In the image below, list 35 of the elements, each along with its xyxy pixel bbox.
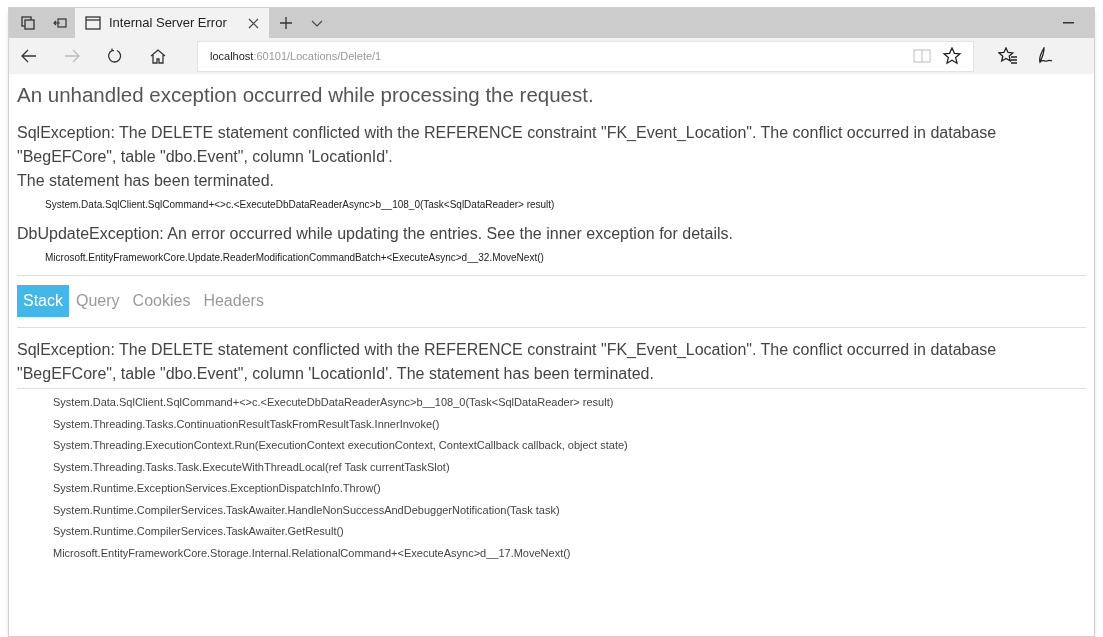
minimize-icon[interactable] (1063, 22, 1074, 24)
exception-message: SqlException: The DELETE statement conflicted with the REFERENCE constraint "FK_Event_Location". The conflict occurred in database "BegEFCore", table "dbo.Event", column 'LocationId'. (17, 123, 998, 167)
star-icon[interactable] (943, 47, 961, 65)
stack-frame: System.Threading.ExecutionContext.Run(ExecutionContext executionContext, ContextCallback callback, object state) (53, 435, 1086, 457)
stack-frame: System.Data.SqlClient.SqlCommand+<>c.<ExecuteDbDataReaderAsync>b__108_0(Task<SqlDataReader> result) (53, 392, 1086, 414)
browser-tab[interactable]: Internal Server Error (75, 8, 269, 38)
exception-message: SqlException: The DELETE statement conflicted with the REFERENCE constraint "FK_Event_Location". The conflict occurred in database "BegEFCore", table "dbo.Event", column 'LocationId'. The statement has been terminated. (17, 340, 998, 384)
set-aside-tabs-icon[interactable] (53, 17, 67, 29)
back-icon[interactable] (21, 49, 37, 63)
error-heading: An unhandled exception occurred while processing the request. (17, 82, 595, 108)
stack-frame: System.Data.SqlClient.SqlCommand+<>c.<ExecuteDbDataReaderAsync>b__108_0(Task<SqlDataReader> result) (17, 198, 1086, 212)
stack-frame: Microsoft.EntityFrameworkCore.Update.ReaderModificationCommandBatch+<ExecuteAsync>d__32.MoveNext() (17, 251, 1086, 265)
url-path: :60101/Locations/Delete/1 (253, 48, 383, 64)
stack-frame: System.Threading.Tasks.Task.ExecuteWithThreadLocal(ref Task currentTaskSlot) (53, 456, 1086, 478)
exception-message: DbUpdateException: An error occurred while updating the entries. See the inner exception for details. (17, 224, 734, 244)
chevron-down-icon[interactable] (311, 19, 323, 27)
new-tab-icon[interactable] (279, 16, 293, 30)
stack-frame: Microsoft.EntityFrameworkCore.Storage.Internal.RelationalCommand+<ExecuteAsync>d__17.MoveNext() (53, 542, 1086, 564)
close-icon[interactable] (248, 17, 259, 29)
refresh-icon[interactable] (107, 48, 123, 64)
url-host: localhost (210, 48, 254, 64)
favorites-icon[interactable] (998, 47, 1018, 65)
page-icon (85, 16, 101, 30)
tab-preview-icon[interactable] (21, 16, 35, 30)
tab[interactable]: Headers (197, 285, 270, 317)
stack-frame: System.Runtime.ExceptionServices.ExceptionDispatchInfo.Throw() (53, 478, 1086, 500)
exception-note: The statement has been terminated. (17, 171, 276, 191)
home-icon[interactable] (150, 48, 166, 64)
tab[interactable]: Stack (17, 285, 69, 317)
stack-frame: System.Runtime.CompilerServices.TaskAwaiter.HandleNonSuccessAndDebuggerNotification(Task task) (53, 499, 1086, 521)
stack-frame: System.Runtime.CompilerServices.TaskAwaiter.GetResult() (53, 521, 1086, 543)
tab[interactable]: Cookies (126, 285, 197, 317)
tab[interactable]: Query (70, 285, 126, 317)
address-bar[interactable]: localhost:60101/Locations/Delete/1 (197, 40, 974, 72)
stack-frame: System.Threading.Tasks.ContinuationResultTaskFromResultTask.InnerInvoke() (53, 413, 1086, 435)
